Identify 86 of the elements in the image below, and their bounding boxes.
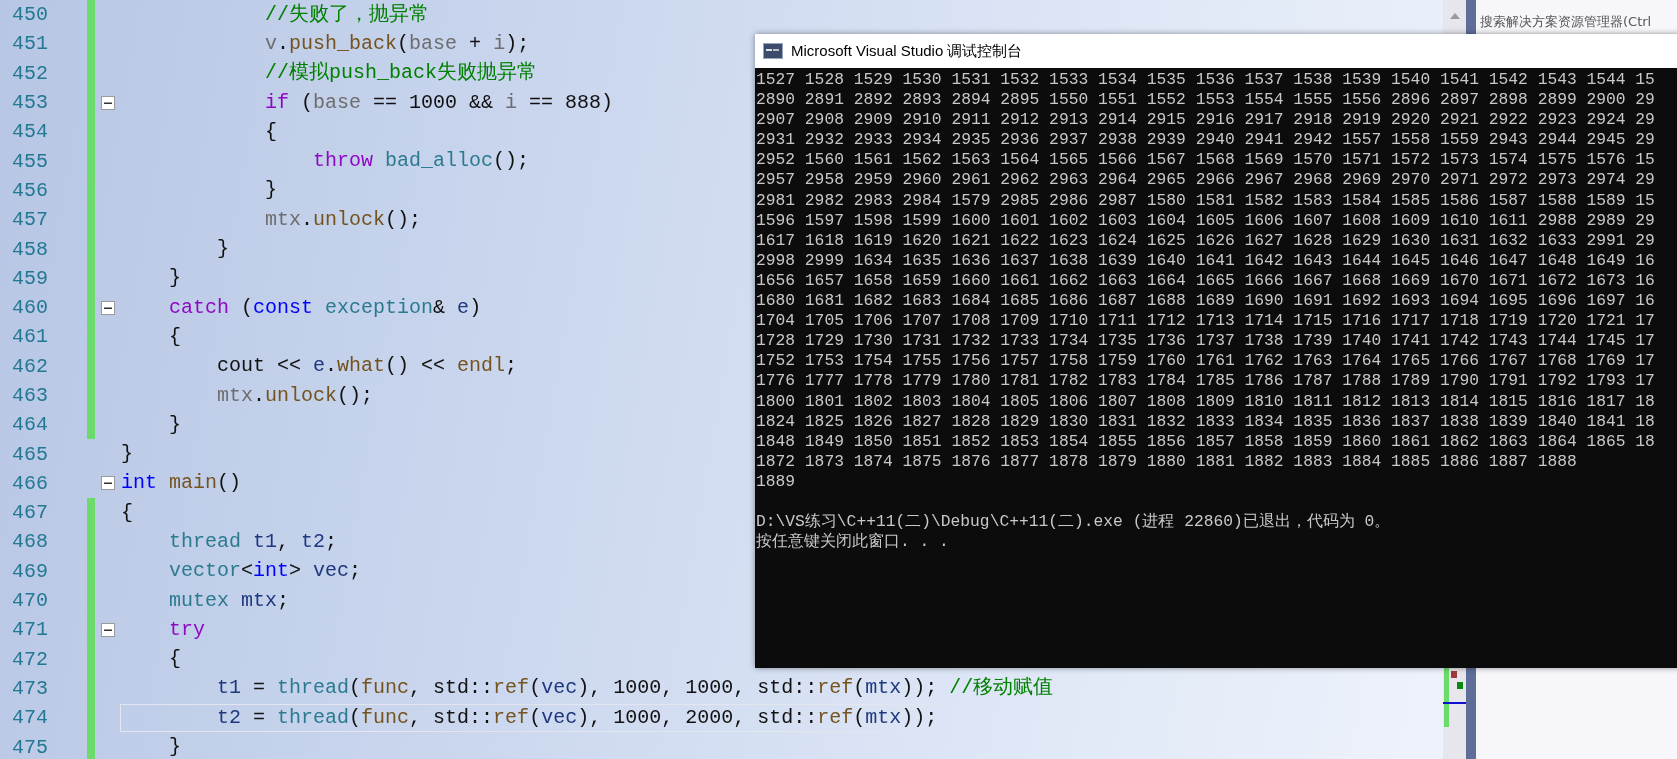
code-line: } (168, 265, 182, 292)
line-number: 457 (11, 208, 49, 232)
line-number: 472 (11, 647, 49, 671)
code-line: //失败了，抛异常 (264, 1, 431, 28)
console-output-line: 2931 2932 2933 2934 2935 2936 2937 2938 2939 2940 2941 2942 1557 1558 1559 2943 2944 2945 29 (756, 130, 1655, 151)
console-output-line: 2907 2908 2909 2910 2911 2912 2913 2914 2915 2916 2917 2918 2919 2920 2921 2922 2923 2924 29 (756, 110, 1655, 131)
line-number: 473 (11, 676, 49, 700)
line-number: 460 (11, 296, 49, 320)
code-line: } (121, 441, 134, 468)
code-line: //模拟push_back失败抛异常 (264, 60, 539, 87)
search-field[interactable]: 搜索解决方案资源管理器(Ctrl (1480, 12, 1677, 32)
line-number: 450 (11, 3, 49, 27)
console-output-line: 1596 1597 1598 1599 1600 1601 1602 1603 1604 1605 1606 1607 1608 1609 1610 1611 2988 2989 29 (756, 210, 1655, 231)
collapse-icon[interactable] (101, 95, 115, 110)
code-line: { (168, 323, 182, 350)
code-line: vector<int> vec; (168, 558, 363, 585)
line-number: 474 (11, 706, 49, 730)
console-output-line: 1824 1825 1826 1827 1828 1829 1830 1831 1832 1833 1834 1835 1836 1837 1838 1839 1840 1841 18 (756, 411, 1655, 432)
code-line: t1 = thread(func, std::ref(vec), 1000, 1000, std::ref(mtx)); //移动赋值 (216, 675, 1055, 702)
line-number: 462 (11, 354, 49, 378)
console-output-line: 1680 1681 1682 1683 1684 1685 1686 1687 1688 1689 1690 1691 1692 1693 1694 1695 1696 1697 16 (756, 291, 1655, 312)
line-number: 465 (11, 442, 49, 466)
code-line: } (168, 734, 182, 759)
console-output-line: 1848 1849 1850 1851 1852 1853 1854 1855 1856 1857 1858 1859 1860 1861 1862 1863 1864 1865 18 (756, 431, 1655, 452)
code-line: throw bad_alloc(); (312, 148, 531, 175)
console-output-line: 1872 1873 1874 1875 1876 1877 1878 1879 1880 1881 1882 1883 1884 1885 1886 1887 1888 (756, 451, 1577, 472)
console-output-line: 1889 (756, 471, 796, 492)
code-line: if (base == 1000 && i == 888) (264, 89, 615, 116)
code-line: v.push_back(base + i); (264, 30, 531, 57)
code-line: cout << e.what() << endl; (216, 353, 519, 380)
code-line: mtx.unlock(); (216, 382, 375, 409)
collapse-icon[interactable] (101, 300, 115, 315)
console-output-line: 1527 1528 1529 1530 1531 1532 1533 1534 1535 1536 1537 1538 1539 1540 1541 1542 1543 1544 15 (756, 70, 1655, 91)
code-line: { (121, 499, 134, 526)
line-number: 475 (11, 735, 49, 759)
console-output-line: 1800 1801 1802 1803 1804 1805 1806 1807 1808 1809 1810 1811 1812 1813 1814 1815 1816 1817 18 (756, 391, 1655, 412)
code-line: { (264, 118, 279, 145)
line-number: 470 (11, 589, 49, 613)
console-output-line: 2957 2958 2959 2960 2961 2962 2963 2964 2965 2966 2967 2968 2969 2970 2971 2972 2973 2974 29 (756, 170, 1655, 191)
code-line: } (264, 177, 279, 204)
code-line: } (216, 236, 231, 262)
code-line: t2 = thread(func, std::ref(vec), 1000, 2000, std::ref(mtx)); (121, 704, 942, 731)
line-number: 454 (11, 120, 49, 144)
line-number: 452 (11, 61, 49, 85)
line-number: 468 (11, 530, 49, 554)
code-line: { (168, 646, 182, 673)
code-line: mtx.unlock(); (264, 206, 423, 233)
console-output-line: 1776 1777 1778 1779 1780 1781 1782 1783 1784 1785 1786 1787 1788 1789 1790 1791 1792 1793 17 (756, 371, 1655, 392)
line-number: 467 (11, 501, 49, 525)
console-prompt: 按任意键关闭此窗口. . . (756, 532, 949, 553)
line-number: 458 (11, 237, 49, 261)
scroll-marker (1457, 682, 1463, 689)
error-marker (1451, 671, 1457, 678)
code-line: thread t1, t2; (168, 529, 339, 555)
console-output-line: 2890 2891 2892 2893 2894 2895 1550 1551 1552 1553 1554 1555 1556 2896 2897 2898 2899 2900 29 (756, 90, 1655, 111)
line-number: 471 (11, 618, 49, 642)
line-number: 464 (11, 413, 49, 437)
line-number: 451 (11, 32, 49, 56)
console-output-line: 2998 2999 1634 1635 1636 1637 1638 1639 1640 1641 1642 1643 1644 1645 1646 1647 1648 1649 16 (756, 250, 1655, 271)
console-output-line: 1656 1657 1658 1659 1660 1661 1662 1663 1664 1665 1666 1667 1668 1669 1670 1671 1672 1673 16 (756, 270, 1655, 292)
console-output-line: 1617 1618 1619 1620 1621 1622 1623 1624 1625 1626 1627 1628 1629 1630 1631 1632 1633 2991 29 (756, 230, 1655, 251)
code-line: } (168, 411, 182, 438)
collapse-icon[interactable] (101, 476, 115, 491)
code-line: try (168, 616, 206, 643)
console-icon (763, 43, 783, 59)
change-marker (1444, 668, 1449, 727)
console-output-line: 1704 1705 1706 1707 1708 1709 1710 1711 1712 1713 1714 1715 1716 1717 1718 1719 1720 1721 17 (756, 311, 1655, 332)
console-output-line: 1752 1753 1754 1755 1756 1757 1758 1759 1760 1761 1762 1763 1764 1765 1766 1767 1768 1769 17 (756, 351, 1655, 372)
line-number: 455 (11, 149, 49, 173)
collapse-icon[interactable] (101, 622, 115, 637)
code-line: mutex mtx; (168, 587, 291, 614)
line-number: 453 (11, 91, 49, 115)
code-line: int main() (121, 470, 243, 497)
console-output-line: 2981 2982 2983 2984 1579 2985 2986 2987 1580 1581 1582 1583 1584 1585 1586 1587 1588 1589 15 (756, 190, 1655, 211)
line-number: 461 (11, 325, 49, 349)
window-title: Microsoft Visual Studio 调试控制台 (791, 41, 1023, 61)
console-output-line: 1728 1729 1730 1731 1732 1733 1734 1735 1736 1737 1738 1739 1740 1741 1742 1743 1744 1745 17 (756, 331, 1655, 352)
line-number: 459 (11, 266, 49, 290)
caret-marker (1443, 702, 1466, 704)
exit-message: D:\VS练习\C++11(二)\Debug\C++11(二).exe (进程 22860)已退出，代码为 0。 (756, 512, 1391, 532)
code-line: catch (const exception& e) (168, 294, 483, 321)
line-number: 469 (11, 559, 49, 583)
line-number: 466 (11, 471, 49, 495)
line-number: 456 (11, 178, 49, 202)
console-output-line: 2952 1560 1561 1562 1563 1564 1565 1566 1567 1568 1569 1570 1571 1572 1573 1574 1575 1576 15 (756, 150, 1655, 171)
line-number: 463 (11, 384, 49, 407)
